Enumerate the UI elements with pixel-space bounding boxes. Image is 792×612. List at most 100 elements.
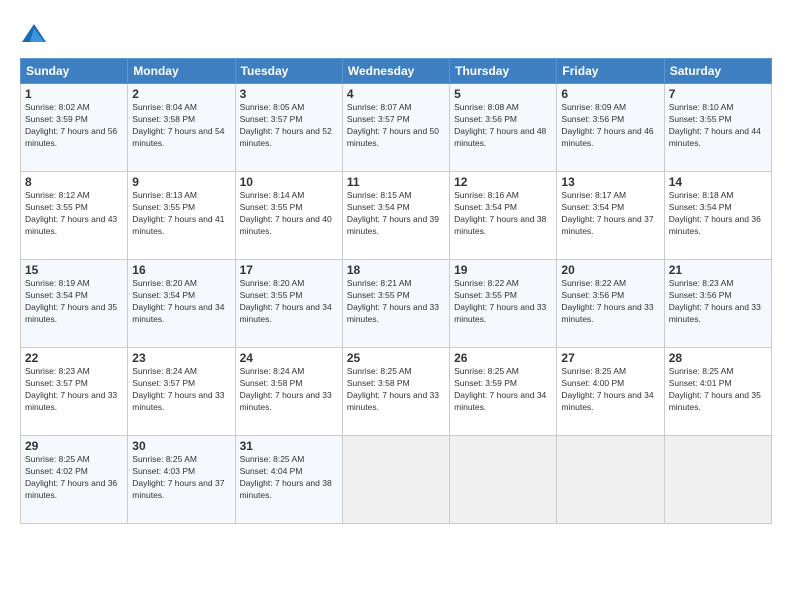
calendar-cell: 6 Sunrise: 8:09 AMSunset: 3:56 PMDayligh… <box>557 84 664 172</box>
day-info: Sunrise: 8:15 AMSunset: 3:54 PMDaylight:… <box>347 190 445 238</box>
day-number: 4 <box>347 87 445 101</box>
day-info: Sunrise: 8:21 AMSunset: 3:55 PMDaylight:… <box>347 278 445 326</box>
day-number: 28 <box>669 351 767 365</box>
header <box>20 18 772 50</box>
calendar-header-saturday: Saturday <box>664 59 771 84</box>
logo-icon <box>20 22 48 50</box>
day-info: Sunrise: 8:25 AMSunset: 4:02 PMDaylight:… <box>25 454 123 502</box>
day-info: Sunrise: 8:25 AMSunset: 4:04 PMDaylight:… <box>240 454 338 502</box>
calendar-cell <box>664 436 771 524</box>
day-info: Sunrise: 8:25 AMSunset: 3:59 PMDaylight:… <box>454 366 552 414</box>
calendar-header-monday: Monday <box>128 59 235 84</box>
day-info: Sunrise: 8:10 AMSunset: 3:55 PMDaylight:… <box>669 102 767 150</box>
day-info: Sunrise: 8:09 AMSunset: 3:56 PMDaylight:… <box>561 102 659 150</box>
day-number: 31 <box>240 439 338 453</box>
calendar-cell: 21 Sunrise: 8:23 AMSunset: 3:56 PMDaylig… <box>664 260 771 348</box>
calendar-cell: 10 Sunrise: 8:14 AMSunset: 3:55 PMDaylig… <box>235 172 342 260</box>
day-info: Sunrise: 8:24 AMSunset: 3:57 PMDaylight:… <box>132 366 230 414</box>
calendar-week-2: 8 Sunrise: 8:12 AMSunset: 3:55 PMDayligh… <box>21 172 772 260</box>
day-info: Sunrise: 8:12 AMSunset: 3:55 PMDaylight:… <box>25 190 123 238</box>
day-number: 8 <box>25 175 123 189</box>
calendar-cell: 17 Sunrise: 8:20 AMSunset: 3:55 PMDaylig… <box>235 260 342 348</box>
calendar-week-4: 22 Sunrise: 8:23 AMSunset: 3:57 PMDaylig… <box>21 348 772 436</box>
calendar-header-friday: Friday <box>557 59 664 84</box>
calendar-cell: 12 Sunrise: 8:16 AMSunset: 3:54 PMDaylig… <box>450 172 557 260</box>
day-info: Sunrise: 8:25 AMSunset: 3:58 PMDaylight:… <box>347 366 445 414</box>
day-info: Sunrise: 8:22 AMSunset: 3:56 PMDaylight:… <box>561 278 659 326</box>
calendar-cell: 4 Sunrise: 8:07 AMSunset: 3:57 PMDayligh… <box>342 84 449 172</box>
calendar-cell <box>557 436 664 524</box>
day-number: 1 <box>25 87 123 101</box>
day-info: Sunrise: 8:18 AMSunset: 3:54 PMDaylight:… <box>669 190 767 238</box>
day-number: 7 <box>669 87 767 101</box>
day-number: 27 <box>561 351 659 365</box>
page: SundayMondayTuesdayWednesdayThursdayFrid… <box>0 0 792 612</box>
day-number: 3 <box>240 87 338 101</box>
calendar-header-wednesday: Wednesday <box>342 59 449 84</box>
day-number: 15 <box>25 263 123 277</box>
calendar-cell: 22 Sunrise: 8:23 AMSunset: 3:57 PMDaylig… <box>21 348 128 436</box>
day-number: 18 <box>347 263 445 277</box>
day-number: 22 <box>25 351 123 365</box>
calendar-cell <box>450 436 557 524</box>
calendar-cell: 19 Sunrise: 8:22 AMSunset: 3:55 PMDaylig… <box>450 260 557 348</box>
calendar-cell: 2 Sunrise: 8:04 AMSunset: 3:58 PMDayligh… <box>128 84 235 172</box>
calendar-cell: 13 Sunrise: 8:17 AMSunset: 3:54 PMDaylig… <box>557 172 664 260</box>
day-number: 10 <box>240 175 338 189</box>
day-info: Sunrise: 8:25 AMSunset: 4:00 PMDaylight:… <box>561 366 659 414</box>
calendar-week-3: 15 Sunrise: 8:19 AMSunset: 3:54 PMDaylig… <box>21 260 772 348</box>
calendar-cell: 14 Sunrise: 8:18 AMSunset: 3:54 PMDaylig… <box>664 172 771 260</box>
calendar-header-tuesday: Tuesday <box>235 59 342 84</box>
calendar-header-row: SundayMondayTuesdayWednesdayThursdayFrid… <box>21 59 772 84</box>
day-info: Sunrise: 8:05 AMSunset: 3:57 PMDaylight:… <box>240 102 338 150</box>
calendar-cell: 20 Sunrise: 8:22 AMSunset: 3:56 PMDaylig… <box>557 260 664 348</box>
day-number: 19 <box>454 263 552 277</box>
day-number: 16 <box>132 263 230 277</box>
calendar-header-sunday: Sunday <box>21 59 128 84</box>
calendar-cell: 16 Sunrise: 8:20 AMSunset: 3:54 PMDaylig… <box>128 260 235 348</box>
day-number: 30 <box>132 439 230 453</box>
calendar-cell: 27 Sunrise: 8:25 AMSunset: 4:00 PMDaylig… <box>557 348 664 436</box>
day-info: Sunrise: 8:20 AMSunset: 3:54 PMDaylight:… <box>132 278 230 326</box>
calendar-cell: 26 Sunrise: 8:25 AMSunset: 3:59 PMDaylig… <box>450 348 557 436</box>
day-info: Sunrise: 8:14 AMSunset: 3:55 PMDaylight:… <box>240 190 338 238</box>
calendar-week-5: 29 Sunrise: 8:25 AMSunset: 4:02 PMDaylig… <box>21 436 772 524</box>
day-info: Sunrise: 8:22 AMSunset: 3:55 PMDaylight:… <box>454 278 552 326</box>
day-info: Sunrise: 8:25 AMSunset: 4:03 PMDaylight:… <box>132 454 230 502</box>
day-number: 29 <box>25 439 123 453</box>
day-info: Sunrise: 8:24 AMSunset: 3:58 PMDaylight:… <box>240 366 338 414</box>
day-number: 6 <box>561 87 659 101</box>
day-number: 24 <box>240 351 338 365</box>
day-info: Sunrise: 8:16 AMSunset: 3:54 PMDaylight:… <box>454 190 552 238</box>
calendar-cell: 5 Sunrise: 8:08 AMSunset: 3:56 PMDayligh… <box>450 84 557 172</box>
calendar-cell: 9 Sunrise: 8:13 AMSunset: 3:55 PMDayligh… <box>128 172 235 260</box>
logo <box>20 22 52 50</box>
day-number: 25 <box>347 351 445 365</box>
calendar-cell: 25 Sunrise: 8:25 AMSunset: 3:58 PMDaylig… <box>342 348 449 436</box>
day-info: Sunrise: 8:20 AMSunset: 3:55 PMDaylight:… <box>240 278 338 326</box>
day-info: Sunrise: 8:04 AMSunset: 3:58 PMDaylight:… <box>132 102 230 150</box>
calendar-cell: 15 Sunrise: 8:19 AMSunset: 3:54 PMDaylig… <box>21 260 128 348</box>
day-number: 23 <box>132 351 230 365</box>
day-info: Sunrise: 8:19 AMSunset: 3:54 PMDaylight:… <box>25 278 123 326</box>
calendar-cell: 24 Sunrise: 8:24 AMSunset: 3:58 PMDaylig… <box>235 348 342 436</box>
day-info: Sunrise: 8:07 AMSunset: 3:57 PMDaylight:… <box>347 102 445 150</box>
day-info: Sunrise: 8:25 AMSunset: 4:01 PMDaylight:… <box>669 366 767 414</box>
day-number: 5 <box>454 87 552 101</box>
day-info: Sunrise: 8:23 AMSunset: 3:57 PMDaylight:… <box>25 366 123 414</box>
day-number: 9 <box>132 175 230 189</box>
calendar-cell: 11 Sunrise: 8:15 AMSunset: 3:54 PMDaylig… <box>342 172 449 260</box>
day-info: Sunrise: 8:23 AMSunset: 3:56 PMDaylight:… <box>669 278 767 326</box>
calendar-cell: 18 Sunrise: 8:21 AMSunset: 3:55 PMDaylig… <box>342 260 449 348</box>
day-number: 17 <box>240 263 338 277</box>
day-number: 20 <box>561 263 659 277</box>
calendar-cell: 7 Sunrise: 8:10 AMSunset: 3:55 PMDayligh… <box>664 84 771 172</box>
day-number: 26 <box>454 351 552 365</box>
calendar-cell: 3 Sunrise: 8:05 AMSunset: 3:57 PMDayligh… <box>235 84 342 172</box>
calendar-cell: 23 Sunrise: 8:24 AMSunset: 3:57 PMDaylig… <box>128 348 235 436</box>
calendar-header-thursday: Thursday <box>450 59 557 84</box>
calendar-week-1: 1 Sunrise: 8:02 AMSunset: 3:59 PMDayligh… <box>21 84 772 172</box>
day-info: Sunrise: 8:13 AMSunset: 3:55 PMDaylight:… <box>132 190 230 238</box>
day-number: 13 <box>561 175 659 189</box>
calendar-cell: 31 Sunrise: 8:25 AMSunset: 4:04 PMDaylig… <box>235 436 342 524</box>
